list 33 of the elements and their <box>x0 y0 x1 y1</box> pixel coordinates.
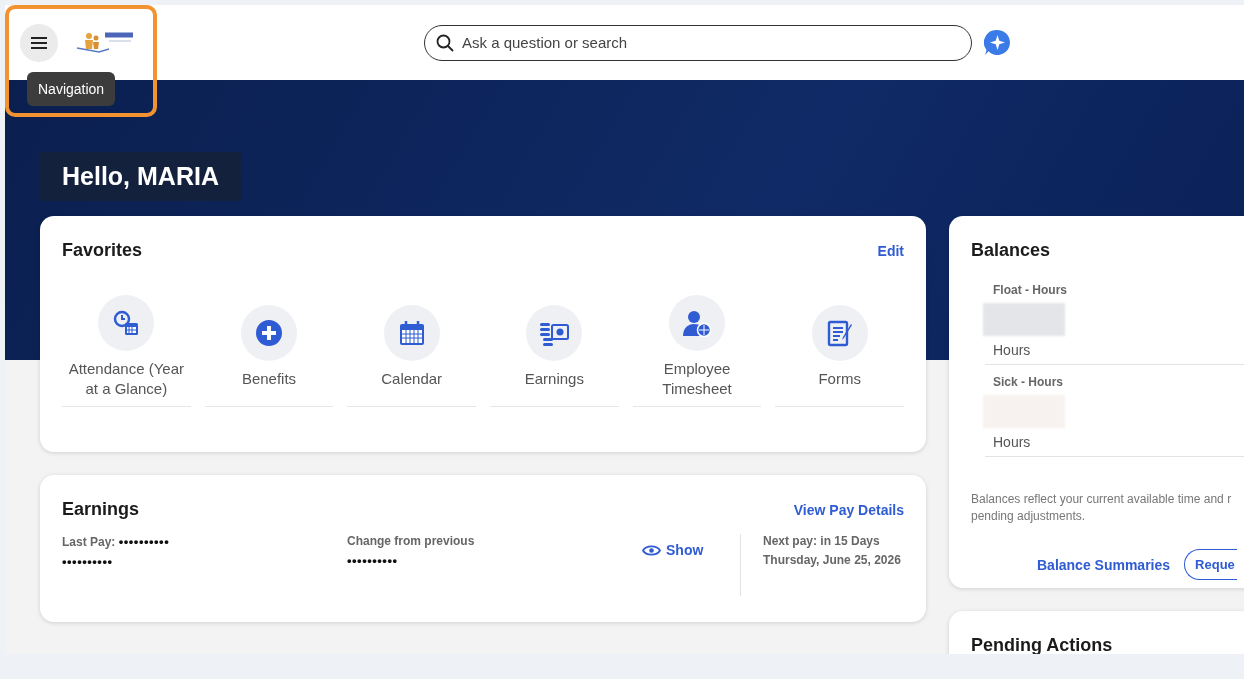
unit-label: Hours <box>993 434 1032 450</box>
masked-value: •••••••••• <box>62 554 114 569</box>
menu-icon <box>31 36 47 49</box>
masked-value: •••••••••• <box>118 534 170 549</box>
calendar-icon <box>397 318 426 347</box>
plus-icon <box>255 318 283 347</box>
change-label: Change from previous <box>347 534 476 548</box>
unit-label: Hours <box>993 342 1032 358</box>
eye-icon <box>642 543 661 557</box>
person-globe-icon <box>682 308 712 337</box>
balances-note: Balances reflect your current available time and r pending adjustments. <box>971 491 1233 525</box>
edit-link[interactable]: Edit <box>877 242 904 259</box>
balance-summaries-link[interactable]: Balance Summaries <box>1037 556 1171 573</box>
tooltip: Navigation <box>27 72 116 106</box>
menu-button[interactable] <box>20 23 58 62</box>
clock-calendar-icon <box>112 308 141 337</box>
next-pay-date: Thursday, June 25, 2026 <box>763 553 902 567</box>
view-pay-details-link[interactable]: View Pay Details <box>793 501 904 518</box>
card-title: Pending Actions <box>971 635 1114 654</box>
card-title: Balances <box>971 240 1052 261</box>
card-title: Earnings <box>62 499 140 520</box>
last-pay-label: Last Pay: <box>62 535 116 549</box>
show-button[interactable]: Show <box>642 542 740 558</box>
next-pay-text: Next pay: in 15 Days <box>763 534 881 548</box>
form-icon <box>825 318 854 347</box>
greeting: Hello, MARIA <box>40 152 241 201</box>
search-field[interactable]: Ask a question or search <box>424 24 972 61</box>
request-button[interactable]: Reque <box>1184 549 1237 580</box>
balance-label: Float - Hours <box>993 283 1068 297</box>
masked-value: •••••••••• <box>347 553 399 568</box>
card-title: Favorites <box>62 240 143 261</box>
sparkle-icon[interactable] <box>984 29 1011 56</box>
balance-label: Sick - Hours <box>993 375 1065 389</box>
